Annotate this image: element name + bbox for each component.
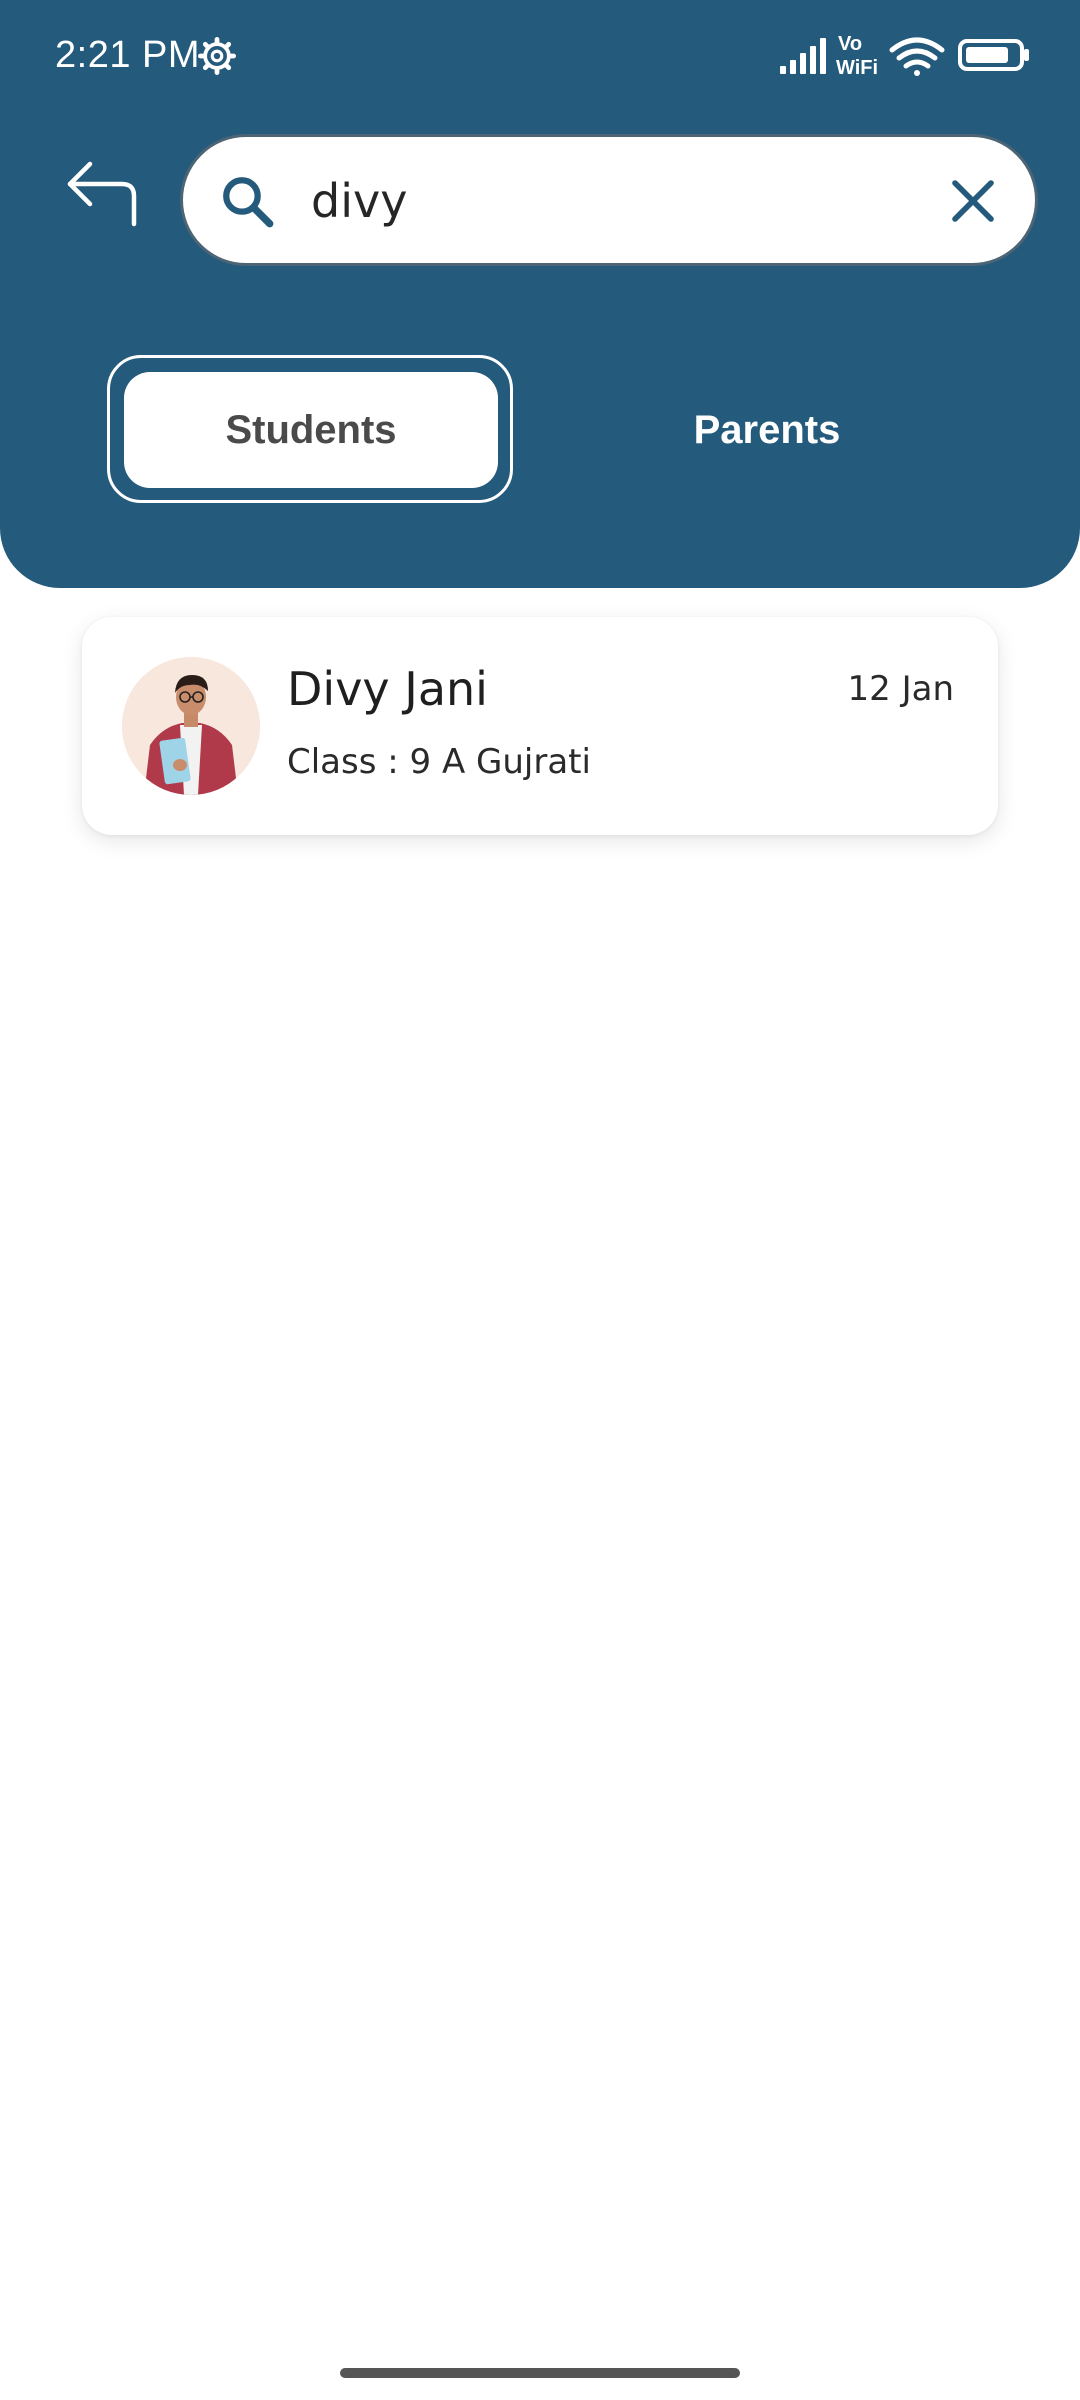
- student-name: Divy Jani: [287, 662, 488, 716]
- close-icon[interactable]: [949, 177, 997, 225]
- battery-icon: [958, 39, 1029, 71]
- tab-students[interactable]: Students: [124, 372, 498, 488]
- vowifi-bottom: WiFi: [836, 57, 878, 79]
- student-avatar-photo: [122, 657, 260, 795]
- student-date: 12 Jan: [847, 669, 954, 709]
- header-panel: 2:21 PM Vo WiFi divy Students Parents: [0, 0, 1080, 588]
- home-indicator[interactable]: [340, 2368, 740, 2378]
- search-bar[interactable]: [180, 134, 1038, 266]
- tab-parents[interactable]: Parents: [580, 372, 954, 488]
- signal-icon: [780, 38, 826, 74]
- status-icons: Vo WiFi: [780, 33, 1029, 79]
- search-input[interactable]: [311, 157, 871, 245]
- wifi-icon: [889, 37, 945, 76]
- vowifi-top: Vo: [838, 33, 862, 55]
- gear-icon: [198, 37, 236, 75]
- back-arrow-icon[interactable]: [62, 158, 142, 230]
- status-bar: 2:21 PM Vo WiFi: [0, 0, 1080, 116]
- avatar: [122, 657, 260, 795]
- vowifi-icon: Vo WiFi: [836, 33, 878, 79]
- search-icon: [223, 177, 274, 228]
- student-class: Class : 9 A Gujrati: [287, 742, 591, 782]
- student-result-card[interactable]: Divy Jani 12 Jan Class : 9 A Gujrati: [82, 617, 998, 835]
- status-time: 2:21 PM: [55, 34, 201, 76]
